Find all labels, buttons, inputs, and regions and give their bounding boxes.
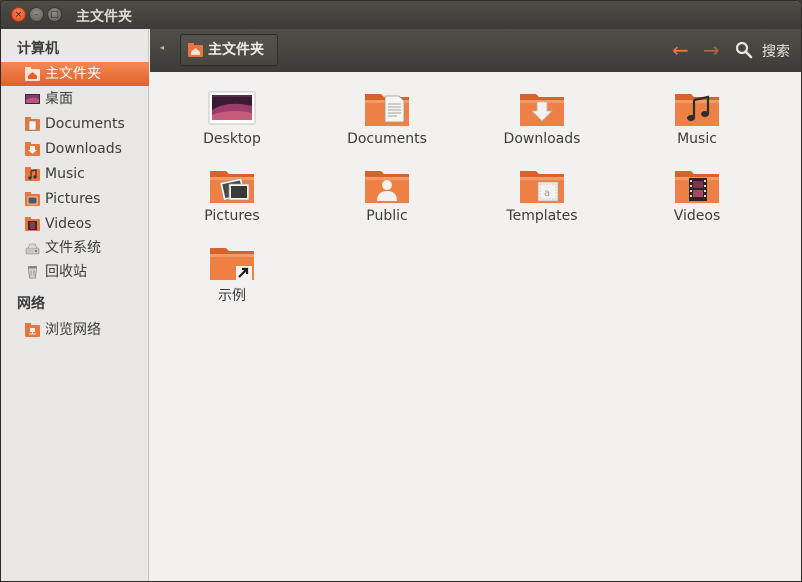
file-item-label: Videos — [673, 208, 721, 224]
sidebar-item-desktop[interactable]: 桌面 — [1, 87, 149, 111]
desktop-folder-icon — [208, 91, 256, 125]
file-manager-window: × – □ 主文件夹 计算机 主文件夹 桌面 Documents Downloa… — [0, 0, 802, 582]
sidebar-item-label: 浏览网络 — [45, 322, 101, 338]
minimize-button[interactable]: – — [29, 7, 44, 22]
back-button[interactable]: ← — [672, 39, 689, 61]
file-item-public[interactable]: Public — [322, 151, 452, 224]
window-title: 主文件夹 — [76, 9, 132, 25]
videos-icon — [25, 217, 40, 231]
examples-folder-icon — [210, 248, 254, 280]
music-folder-icon — [675, 94, 719, 126]
file-item-label: Music — [677, 131, 717, 147]
toolbar: ◂ 主文件夹 ← → 搜索 — [150, 29, 801, 72]
network-icon — [25, 323, 40, 337]
file-item-examples[interactable]: 示例 — [167, 228, 297, 304]
downloads-icon — [25, 142, 40, 156]
downloads-folder-icon — [520, 94, 564, 126]
sidebar-item-videos[interactable]: Videos — [1, 212, 149, 236]
file-item-label: Pictures — [204, 208, 260, 224]
sidebar-item-filesystem[interactable]: 文件系统 — [1, 236, 149, 260]
drive-icon — [25, 243, 40, 255]
sidebar-item-label: 回收站 — [45, 264, 87, 280]
maximize-button[interactable]: □ — [47, 7, 62, 22]
home-folder-icon — [188, 43, 203, 57]
public-folder-icon — [365, 171, 409, 203]
path-scroll-left-button[interactable]: ◂ — [160, 43, 164, 52]
sidebar-item-home[interactable]: 主文件夹 — [1, 62, 149, 86]
file-item-label: Public — [366, 208, 408, 224]
sidebar-heading-network: 网络 — [17, 296, 45, 312]
search-button[interactable]: 搜索 — [762, 41, 790, 61]
path-button-label: 主文件夹 — [208, 42, 264, 58]
file-item-desktop[interactable]: Desktop — [167, 74, 297, 147]
sidebar-item-downloads[interactable]: Downloads — [1, 137, 149, 161]
sidebar-item-trash[interactable]: 回收站 — [1, 260, 149, 284]
sidebar-item-label: Music — [45, 166, 85, 182]
documents-folder-icon — [365, 94, 409, 126]
sidebar-item-pictures[interactable]: Pictures — [1, 187, 149, 211]
pictures-icon — [25, 192, 40, 206]
home-folder-icon — [25, 67, 40, 81]
file-item-label: 示例 — [218, 288, 246, 304]
sidebar-item-label: Videos — [45, 216, 92, 232]
file-item-pictures[interactable]: Pictures — [167, 151, 297, 224]
sidebar: 计算机 主文件夹 桌面 Documents Downloads Music Pi… — [1, 29, 149, 581]
sidebar-item-label: 文件系统 — [45, 240, 101, 256]
sidebar-item-label: Pictures — [45, 191, 101, 207]
documents-icon — [25, 117, 40, 131]
file-item-label: Documents — [347, 131, 427, 147]
trash-icon — [28, 266, 37, 279]
path-button-home[interactable]: 主文件夹 — [180, 34, 278, 66]
file-view: Desktop Documents Downloads Music Pictur… — [150, 72, 801, 581]
file-item-music[interactable]: Music — [632, 74, 762, 147]
file-item-templates[interactable]: a Templates — [477, 151, 607, 224]
forward-button[interactable]: → — [703, 39, 720, 61]
sidebar-item-browse-network[interactable]: 浏览网络 — [1, 318, 149, 342]
file-item-label: Templates — [506, 208, 578, 224]
pictures-folder-icon — [210, 171, 254, 203]
sidebar-item-label: 主文件夹 — [45, 66, 101, 82]
sidebar-item-documents[interactable]: Documents — [1, 112, 149, 136]
file-item-label: Desktop — [203, 131, 261, 147]
search-icon[interactable] — [735, 41, 753, 59]
file-item-downloads[interactable]: Downloads — [477, 74, 607, 147]
sidebar-item-label: Downloads — [45, 141, 122, 157]
file-item-documents[interactable]: Documents — [322, 74, 452, 147]
sidebar-heading-computer: 计算机 — [17, 41, 59, 57]
svg-text:a: a — [544, 188, 550, 199]
sidebar-item-label: Documents — [45, 116, 125, 132]
title-bar[interactable]: × – □ 主文件夹 — [1, 1, 801, 29]
music-icon — [25, 167, 40, 181]
file-item-videos[interactable]: Videos — [632, 151, 762, 224]
videos-folder-icon — [675, 171, 719, 203]
file-item-label: Downloads — [503, 131, 581, 147]
desktop-icon — [25, 94, 40, 104]
sidebar-item-label: 桌面 — [45, 91, 73, 107]
sidebar-item-music[interactable]: Music — [1, 162, 149, 186]
close-button[interactable]: × — [11, 7, 26, 22]
templates-folder-icon: a — [520, 171, 564, 203]
